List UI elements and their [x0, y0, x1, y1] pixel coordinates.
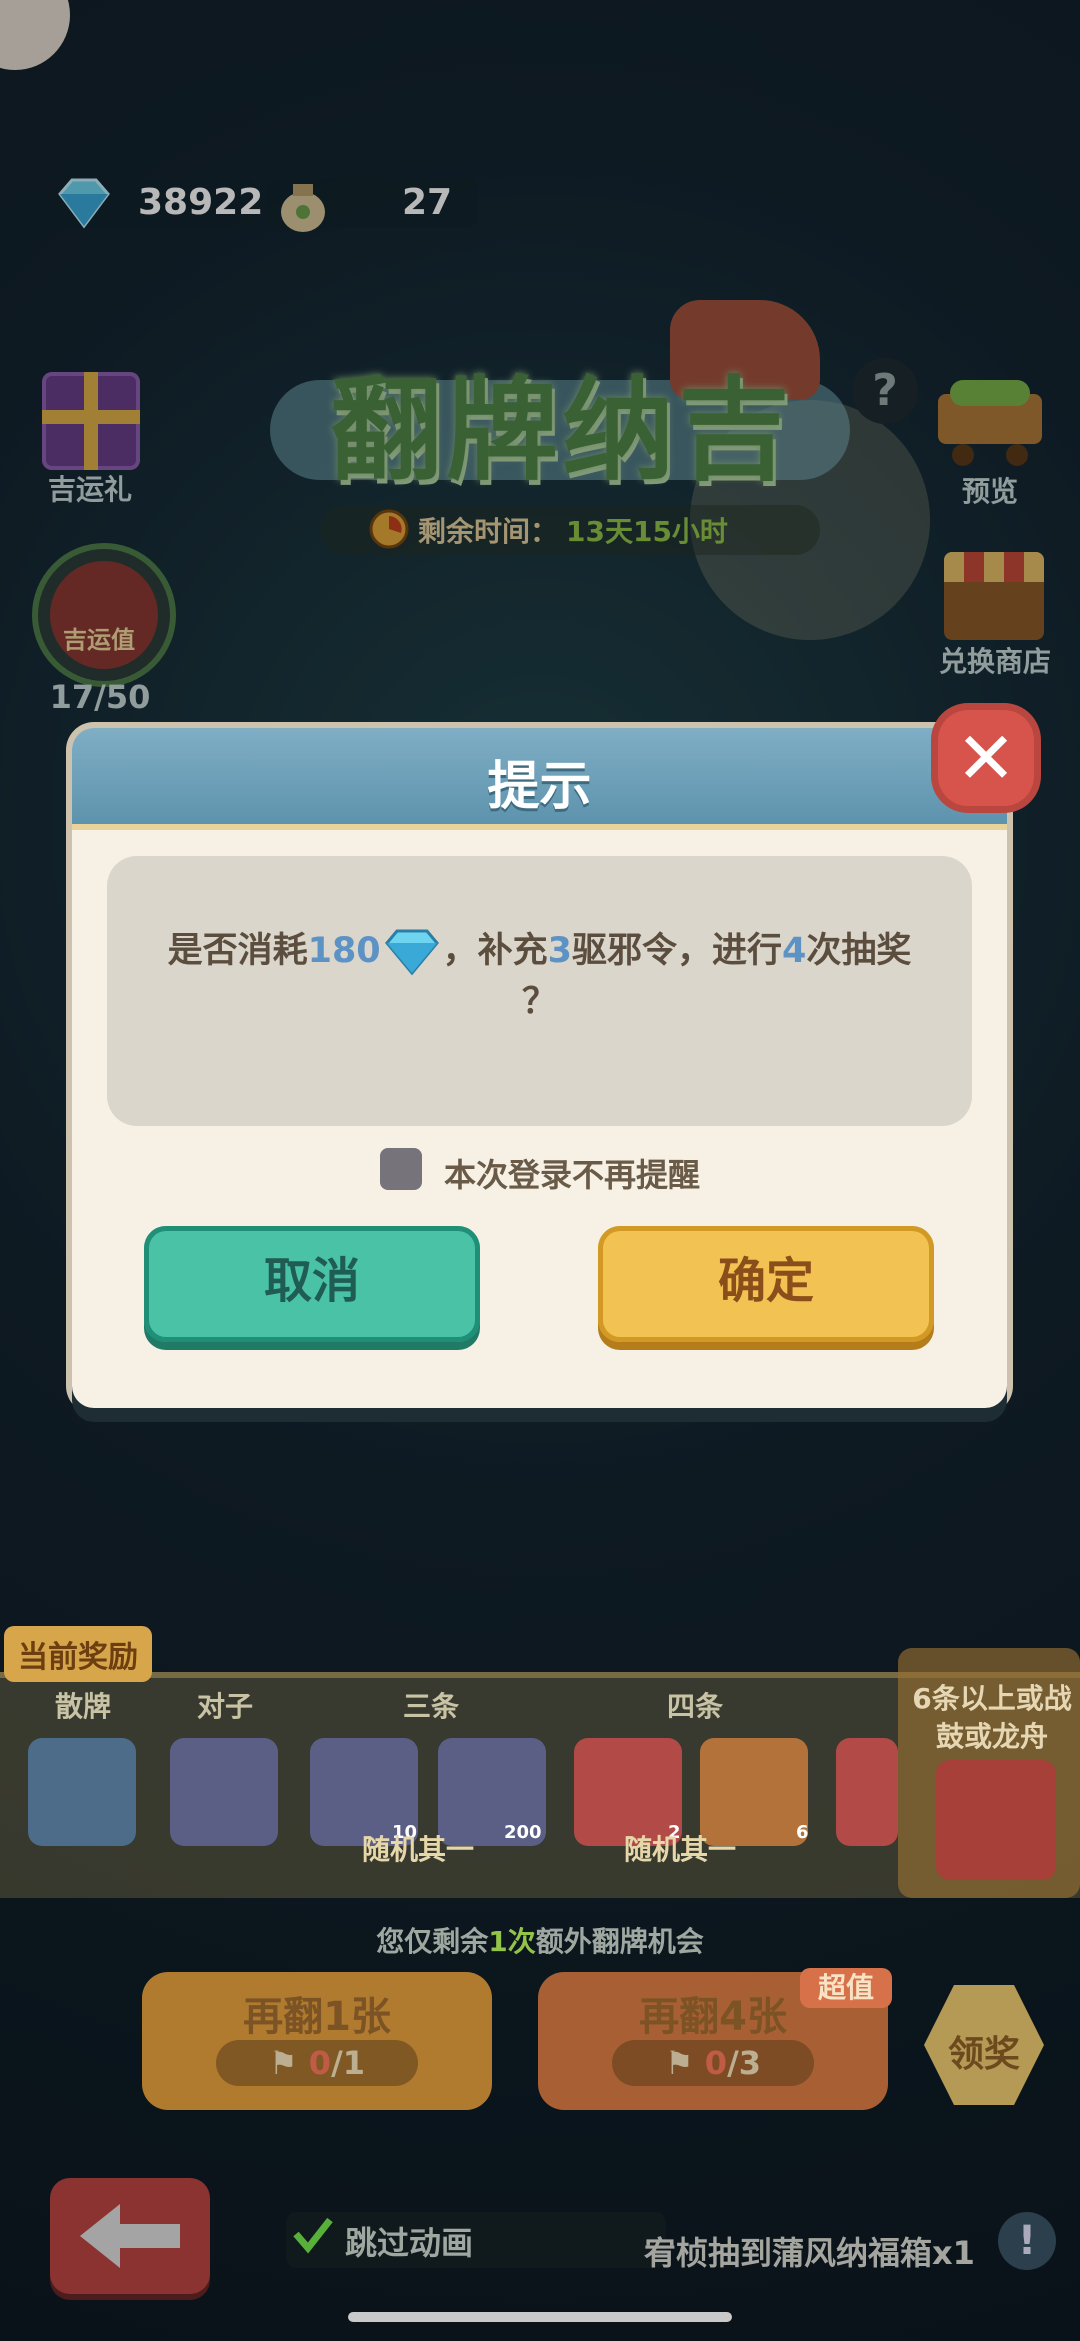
reward-col-three: 三条	[402, 1690, 459, 1723]
dont-remind-label: 本次登录不再提醒	[444, 1156, 701, 1194]
reward-card[interactable]	[28, 1738, 136, 1846]
reward-count: 200	[504, 1822, 542, 1843]
dialog-message-panel: 是否消耗180 ，补充3驱邪令，进行4次抽奖 ？	[107, 856, 972, 1126]
reward-count: 6	[796, 1822, 809, 1843]
back-arrow-icon	[80, 2204, 180, 2268]
flip-one-total: /1	[331, 2044, 366, 2082]
flip-one-cost: ⚑ 0/1	[216, 2040, 418, 2086]
close-button[interactable]: ✕	[938, 710, 1034, 806]
token-icon: ⚑	[268, 2044, 298, 2082]
broadcast-ticker: 宥桢抽到蒲风纳福箱x1	[644, 2234, 975, 2272]
flip-one-used: 0	[308, 2044, 332, 2082]
dialog-message: 是否消耗180 ，补充3驱邪令，进行4次抽奖 ？	[137, 926, 942, 1027]
msg-suffix: 次抽奖	[806, 931, 912, 971]
skip-animation-label: 跳过动画	[345, 2224, 474, 2262]
extra-count: 1次	[488, 1925, 536, 1958]
random-note: 随机其一	[624, 1833, 737, 1866]
msg-mid1: ，补充	[442, 931, 548, 971]
flip-four-cost: ⚑ 0/3	[612, 2040, 814, 2086]
check-icon	[293, 2217, 333, 2254]
dialog-header: 提示	[72, 728, 1007, 830]
flip-one-label: 再翻1张	[243, 1994, 391, 2040]
confirm-button[interactable]: 确定	[598, 1226, 934, 1342]
current-reward-tag: 当前奖励	[4, 1626, 152, 1682]
info-button[interactable]: !	[998, 2212, 1056, 2270]
reward-col-four: 四条	[666, 1690, 723, 1723]
extra-prefix: 您仅剩余	[376, 1925, 489, 1958]
diamond-icon	[384, 929, 439, 976]
draw-count: 4	[782, 931, 807, 971]
dont-remind-checkbox[interactable]	[380, 1148, 422, 1190]
diamond-cost: 180	[307, 931, 381, 971]
reward-col-single: 散牌	[54, 1690, 111, 1723]
reward-card[interactable]	[170, 1738, 278, 1846]
claim-label: 领奖	[947, 2034, 1020, 2075]
extra-suffix: 额外翻牌机会	[535, 1925, 704, 1958]
flip-four-total: /3	[727, 2044, 762, 2082]
random-note: 随机其一	[362, 1833, 475, 1866]
info-icon: !	[1017, 2218, 1037, 2264]
dialog-title: 提示	[487, 757, 592, 817]
special-reward-text: 6条以上或战鼓或龙舟	[912, 1682, 1072, 1753]
reward-col-pair: 对子	[196, 1690, 253, 1723]
token-count: 3	[547, 931, 573, 971]
treasure-chest-icon	[936, 1760, 1056, 1880]
msg-prefix: 是否消耗	[167, 931, 308, 971]
token-icon: ⚑	[664, 2044, 694, 2082]
extra-chance-text: 您仅剩余1次额外翻牌机会	[0, 1920, 1080, 1960]
home-indicator[interactable]	[348, 2312, 732, 2322]
cancel-button[interactable]: 取消	[144, 1226, 480, 1342]
msg-question-mark: ？	[521, 982, 557, 1022]
super-value-badge: 超值	[800, 1968, 892, 2008]
msg-mid2: 驱邪令，进行	[572, 931, 783, 971]
skip-animation-toggle[interactable]	[286, 2212, 666, 2268]
reward-card[interactable]	[836, 1738, 898, 1846]
flip-four-used: 0	[704, 2044, 728, 2082]
back-button[interactable]	[50, 2178, 210, 2294]
close-icon: ✕	[955, 716, 1017, 800]
